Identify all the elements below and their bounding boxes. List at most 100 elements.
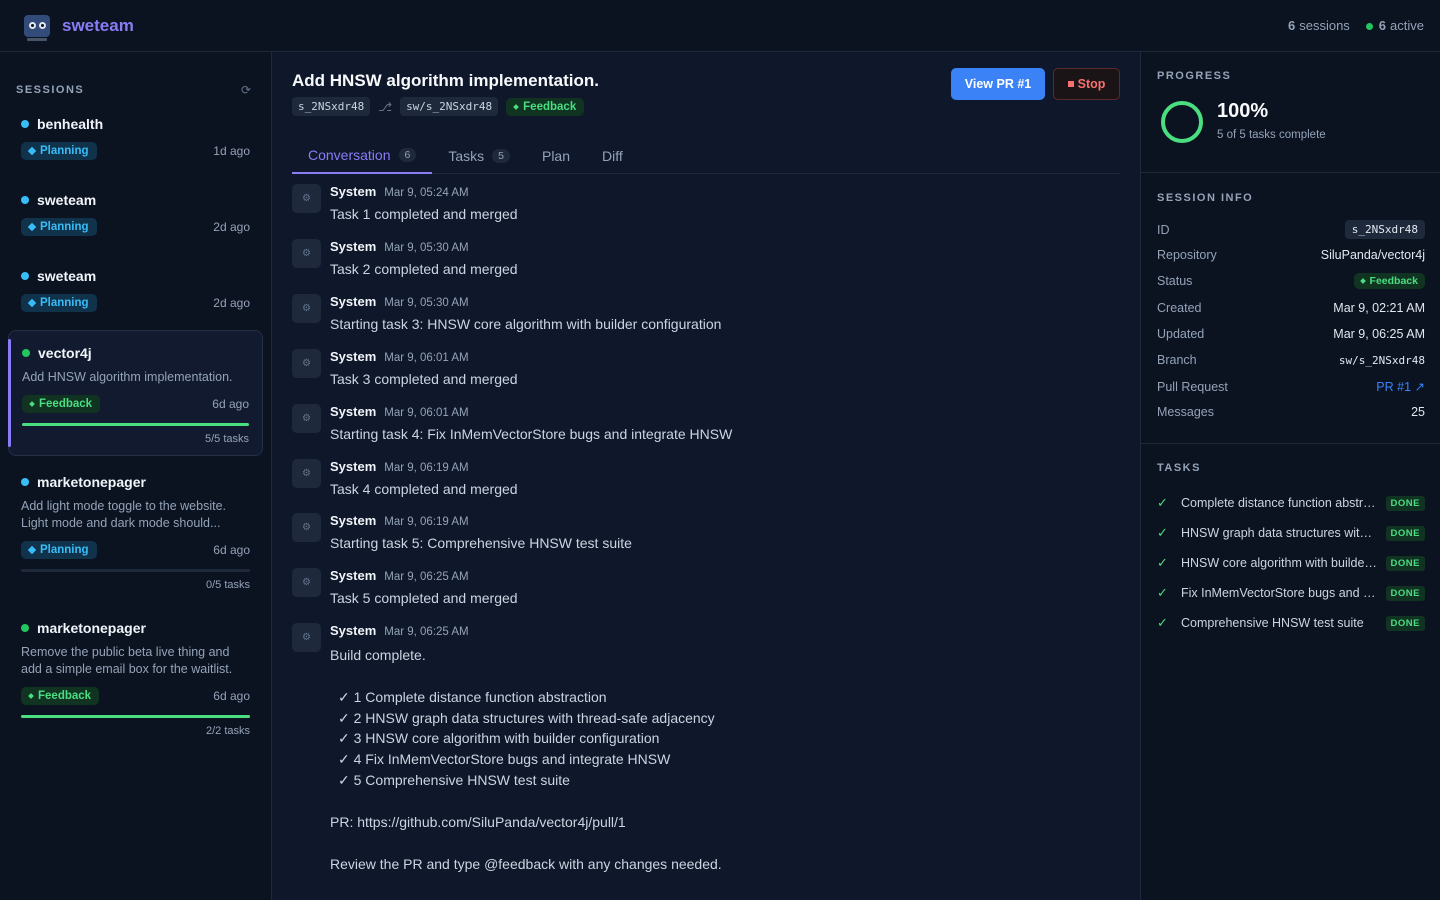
session-name: marketonepager [37, 620, 146, 636]
session-age: 6d ago [213, 543, 250, 557]
session-description: Add light mode toggle to the website. Lig… [21, 499, 226, 530]
progress-percent: 100% [1217, 100, 1269, 122]
divider [1141, 443, 1440, 444]
message-time: Mar 9, 06:19 AM [384, 462, 469, 474]
system-gear-icon: ⚙ [292, 349, 321, 378]
progress-subtitle: 5 of 5 tasks complete [1217, 129, 1326, 141]
task-item[interactable]: ✓ Comprehensive HNSW test suite DONE [1157, 615, 1425, 631]
session-item[interactable]: marketonepager Add light mode toggle to … [8, 474, 263, 591]
app-name[interactable]: sweteam [62, 16, 134, 36]
sessions-heading: SESSIONS [16, 84, 85, 96]
page-title: Add HNSW algorithm implementation. [292, 71, 599, 90]
system-gear-icon: ⚙ [292, 239, 321, 268]
message-author: System [330, 568, 377, 583]
progress-ring [1161, 101, 1203, 143]
task-summary-item: ✓ 5 Comprehensive HNSW test suite [338, 771, 570, 788]
system-gear-icon: ⚙ [292, 184, 321, 213]
status-dot-icon [21, 120, 29, 128]
task-item[interactable]: ✓Fix InMemVectorStore bugs and integrate… [1157, 585, 1425, 601]
message-author: System [330, 623, 377, 638]
session-info-heading: SESSION INFO [1157, 192, 1254, 204]
task-item[interactable]: ✓HNSW core algorithm with builder config… [1157, 555, 1425, 571]
session-item[interactable]: marketonepager Remove the public beta li… [8, 620, 263, 737]
message-text: Task 2 completed and merged [330, 261, 518, 277]
progress-text: 0/5 tasks [205, 579, 250, 591]
view-pr-button[interactable]: View PR #1 [951, 68, 1045, 100]
status-badge: Planning [21, 218, 97, 236]
session-item[interactable]: benhealth Planning 1d ago [8, 116, 263, 160]
tab-conversation[interactable]: Conversation 6 [292, 138, 433, 174]
message-author: System [330, 239, 377, 254]
status-badge: Planning [21, 541, 97, 559]
system-gear-icon: ⚙ [292, 294, 321, 323]
session-item[interactable]: sweteam Planning 2d ago [8, 192, 263, 236]
session-name: sweteam [37, 268, 97, 284]
session-name: marketonepager [37, 474, 146, 490]
git-branch-icon: ⎇ [378, 99, 393, 114]
task-summary-item: ✓ 1 Complete distance function abstracti… [338, 688, 607, 705]
message-author: System [330, 513, 377, 528]
pull-request-link[interactable]: PR #1 ↗ [1376, 379, 1425, 394]
task-summary-item: ✓ 2 HNSW graph data structures with thre… [338, 709, 715, 726]
refresh-icon[interactable]: ⟳ [241, 83, 251, 97]
stop-square-icon [1067, 81, 1074, 87]
system-gear-icon: ⚙ [292, 459, 321, 488]
feedback-diamond-icon [1359, 278, 1366, 284]
message-text: Starting task 3: HNSW core algorithm wit… [330, 316, 722, 332]
info-row-pr: Pull Request PR #1 ↗ [1157, 379, 1425, 395]
status-dot-icon [21, 196, 29, 204]
message-text: Starting task 5: Comprehensive HNSW test… [330, 535, 632, 551]
stop-button[interactable]: Stop [1053, 68, 1120, 100]
session-item[interactable]: sweteam Planning 2d ago [8, 268, 263, 312]
session-item-active[interactable]: vector4j Add HNSW algorithm implementati… [8, 330, 263, 456]
progress-bar [21, 569, 250, 572]
tab-plan[interactable]: Plan [526, 138, 586, 174]
status-dot-icon [21, 624, 29, 632]
branch-chip: sw/s_2NSxdr48 [400, 97, 499, 116]
info-row-repo: Repository SiluPanda/vector4j [1157, 248, 1425, 262]
message-text: Task 5 completed and merged [330, 590, 518, 606]
system-gear-icon: ⚙ [292, 513, 321, 542]
status-badge: Planning [21, 142, 97, 160]
info-row-updated: Updated Mar 9, 06:25 AM [1157, 327, 1425, 341]
tasks-heading: TASKS [1157, 462, 1201, 474]
review-instruction: Review the PR and type @feedback with an… [330, 855, 722, 872]
message-time: Mar 9, 06:19 AM [384, 516, 469, 528]
status-dot-icon [21, 478, 29, 486]
progress-bar [21, 715, 250, 718]
done-badge: DONE [1385, 585, 1425, 601]
session-description: Remove the public beta live thing and add… [21, 645, 233, 676]
message-text: Task 4 completed and merged [330, 481, 518, 497]
message-text: Task 1 completed and merged [330, 206, 518, 222]
message-time: Mar 9, 05:30 AM [384, 242, 469, 254]
session-age: 2d ago [213, 220, 250, 234]
done-badge: DONE [1385, 525, 1425, 541]
message-text: Build complete. ✓ 1 Complete distance fu… [330, 645, 722, 874]
session-description: Add HNSW algorithm implementation. [22, 370, 233, 384]
check-icon: ✓ [1157, 555, 1168, 570]
task-summary-item: ✓ 3 HNSW core algorithm with builder con… [338, 730, 660, 747]
tab-diff[interactable]: Diff [586, 138, 639, 174]
session-detail: Add HNSW algorithm implementation. s_2NS… [272, 52, 1140, 900]
system-gear-icon: ⚙ [292, 623, 321, 652]
task-summary-item: ✓ 4 Fix InMemVectorStore bugs and integr… [338, 751, 671, 768]
check-icon: ✓ [1157, 585, 1168, 600]
message-text: Starting task 4: Fix InMemVectorStore bu… [330, 426, 733, 442]
pr-link-line[interactable]: PR: https://github.com/SiluPanda/vector4… [330, 812, 722, 833]
top-bar: sweteam 6 sessions 6 active [0, 0, 1440, 52]
info-row-created: Created Mar 9, 02:21 AM [1157, 301, 1425, 315]
feedback-diamond-icon [29, 401, 35, 407]
message-author: System [330, 404, 377, 419]
details-panel: PROGRESS 100% 5 of 5 tasks complete SESS… [1140, 52, 1440, 900]
planning-diamond-icon [27, 545, 37, 555]
message-time: Mar 9, 06:25 AM [384, 571, 469, 583]
planning-diamond-icon [27, 146, 37, 156]
task-item[interactable]: ✓HNSW graph data structures with thread-… [1157, 525, 1425, 541]
task-item[interactable]: ✓ Complete distance function abstraction D… [1157, 495, 1425, 511]
status-dot-icon [21, 272, 29, 280]
top-stats: 6 sessions 6 active [1288, 18, 1424, 33]
tab-tasks[interactable]: Tasks 5 [432, 138, 526, 174]
feedback-diamond-icon [28, 693, 34, 699]
session-id-chip: s_2NSxdr48 [292, 97, 371, 116]
info-row-id: ID s_2NSxdr48 [1157, 220, 1425, 239]
